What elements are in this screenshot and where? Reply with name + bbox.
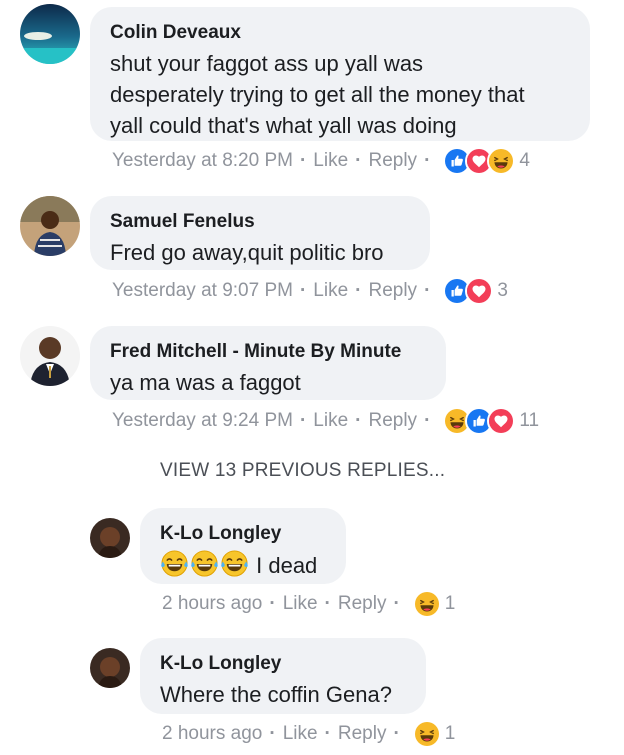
- reply-meta: 2 hours ago · Like · Reply · 1: [162, 590, 455, 618]
- reaction-summary[interactable]: 3: [443, 277, 508, 305]
- comment-timestamp[interactable]: Yesterday at 9:07 PM: [112, 280, 293, 302]
- comment-text-line: Fred go away,quit politic bro: [110, 240, 384, 265]
- separator-dot: ·: [324, 593, 331, 614]
- laughing-tears-emoji-icon: [160, 549, 189, 578]
- separator-dot: ·: [324, 723, 331, 744]
- separator-dot: ·: [269, 593, 276, 614]
- comment-text-line: ya ma was a faggot: [110, 370, 301, 395]
- separator-dot: ·: [424, 150, 431, 171]
- comment-text-line: desperately trying to get all the money …: [110, 82, 525, 107]
- like-link[interactable]: Like: [283, 593, 318, 615]
- separator-dot: ·: [393, 723, 400, 744]
- comment-author[interactable]: Colin Deveaux: [110, 21, 570, 45]
- separator-dot: ·: [355, 410, 362, 431]
- avatar[interactable]: [20, 196, 80, 256]
- avatar-image: [20, 4, 80, 64]
- comment-text: Fred go away,quit politic bro: [110, 237, 410, 268]
- reply-link[interactable]: Reply: [368, 410, 417, 432]
- avatar-image: [20, 326, 80, 386]
- like-link[interactable]: Like: [313, 410, 348, 432]
- reply-bubble: K-Lo Longley I dead: [140, 508, 346, 584]
- reply-text: I dead: [160, 549, 326, 581]
- comment-text: ya ma was a faggot: [110, 367, 426, 398]
- separator-dot: ·: [393, 593, 400, 614]
- comment-author[interactable]: Fred Mitchell - Minute By Minute: [110, 340, 426, 364]
- reaction-count: 11: [519, 410, 540, 431]
- comment-text-line: yall could that's what yall was doing: [110, 113, 457, 138]
- like-link[interactable]: Like: [313, 150, 348, 172]
- comment-bubble: Colin Deveaux shut your faggot ass up ya…: [90, 7, 590, 141]
- avatar-image: [90, 518, 130, 558]
- love-reaction-icon: [487, 407, 516, 435]
- comment-timestamp[interactable]: Yesterday at 9:24 PM: [112, 410, 293, 432]
- comment-meta: Yesterday at 9:24 PM · Like · Reply · 11: [112, 407, 539, 435]
- laughing-tears-emoji-icon: [190, 549, 219, 578]
- reaction-count: 1: [444, 723, 456, 744]
- reply-timestamp[interactable]: 2 hours ago: [162, 723, 262, 745]
- comment-text: shut your faggot ass up yall was despera…: [110, 48, 570, 141]
- separator-dot: ·: [355, 280, 362, 301]
- reply-bubble: K-Lo Longley Where the coffin Gena?: [140, 638, 426, 714]
- reply-link[interactable]: Reply: [338, 593, 387, 615]
- comment-bubble: Samuel Fenelus Fred go away,quit politic…: [90, 196, 430, 270]
- comment-bubble: Fred Mitchell - Minute By Minute ya ma w…: [90, 326, 446, 400]
- reaction-count: 3: [497, 280, 508, 301]
- like-link[interactable]: Like: [313, 280, 348, 302]
- comment-timestamp[interactable]: Yesterday at 8:20 PM: [112, 150, 293, 172]
- reply-timestamp[interactable]: 2 hours ago: [162, 593, 262, 615]
- avatar-image: [90, 648, 130, 688]
- reaction-summary[interactable]: 1: [412, 720, 456, 748]
- reply-link[interactable]: Reply: [368, 280, 417, 302]
- reaction-summary[interactable]: 1: [412, 590, 456, 618]
- avatar[interactable]: [90, 518, 130, 558]
- love-reaction-icon: [465, 277, 494, 305]
- reply-text: Where the coffin Gena?: [160, 682, 392, 707]
- avatar[interactable]: [90, 648, 130, 688]
- reply-meta: 2 hours ago · Like · Reply · 1: [162, 720, 455, 748]
- comment-meta: Yesterday at 9:07 PM · Like · Reply · 3: [112, 277, 508, 305]
- separator-dot: ·: [299, 410, 307, 431]
- reply-author[interactable]: K-Lo Longley: [160, 652, 406, 676]
- avatar[interactable]: [20, 326, 80, 386]
- like-link[interactable]: Like: [283, 723, 318, 745]
- laughing-tears-emoji-icon: [220, 549, 249, 578]
- reaction-count: 1: [444, 593, 456, 614]
- reply-link[interactable]: Reply: [338, 723, 387, 745]
- haha-reaction-icon: [412, 720, 441, 748]
- comment-author[interactable]: Samuel Fenelus: [110, 210, 410, 234]
- reply-author[interactable]: K-Lo Longley: [160, 522, 326, 546]
- comment-meta: Yesterday at 8:20 PM · Like · Reply · 4: [112, 147, 530, 175]
- separator-dot: ·: [424, 280, 431, 301]
- reply-link[interactable]: Reply: [368, 150, 417, 172]
- separator-dot: ·: [355, 150, 362, 171]
- reaction-count: 4: [519, 150, 530, 171]
- haha-reaction-icon: [487, 147, 516, 175]
- separator-dot: ·: [269, 723, 276, 744]
- separator-dot: ·: [299, 280, 307, 301]
- reaction-summary[interactable]: 4: [443, 147, 530, 175]
- separator-dot: ·: [299, 150, 307, 171]
- reaction-summary[interactable]: 11: [443, 407, 539, 435]
- avatar[interactable]: [20, 4, 80, 64]
- haha-reaction-icon: [412, 590, 441, 618]
- avatar-image: [20, 196, 80, 256]
- reply-text-content: I dead: [256, 553, 318, 578]
- comment-text-line: shut your faggot ass up yall was: [110, 51, 424, 76]
- separator-dot: ·: [424, 410, 431, 431]
- view-previous-replies-link[interactable]: VIEW 13 PREVIOUS REPLIES...: [160, 460, 445, 482]
